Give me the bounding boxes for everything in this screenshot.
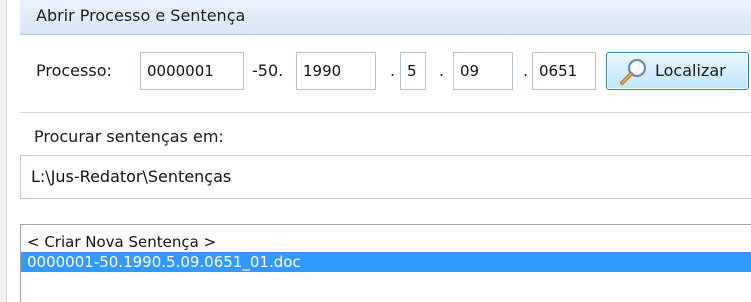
process-tribunal-input[interactable]: 09	[453, 52, 513, 90]
window-left-edge	[0, 0, 7, 302]
magnifier-icon	[620, 58, 647, 85]
section-divider	[20, 112, 751, 113]
process-year-input[interactable]: 1990	[296, 52, 376, 90]
list-item-sentence-file[interactable]: 0000001-50.1990.5.09.0651_01.doc	[21, 252, 751, 272]
process-number-input[interactable]: 0000001	[140, 52, 244, 90]
sentences-folder-field[interactable]: L:\Jus-Redator\Sentenças	[20, 155, 751, 199]
dialog-title: Abrir Processo e Sentença	[36, 6, 246, 25]
list-item-new-sentence[interactable]: < Criar Nova Sentença >	[21, 232, 751, 252]
process-origin-input[interactable]: 0651	[532, 52, 596, 90]
localizar-button-label: Localizar	[655, 61, 726, 80]
search-in-label: Procurar sentenças em:	[34, 127, 224, 146]
localizar-button[interactable]: Localizar	[606, 52, 749, 90]
separator-dot-1: .	[390, 61, 396, 80]
sentences-list[interactable]: < Criar Nova Sentença > 0000001-50.1990.…	[20, 224, 751, 302]
check-digits-text: -50.	[252, 61, 284, 80]
process-label: Processo:	[36, 61, 112, 80]
process-segment-input[interactable]: 5	[400, 52, 426, 90]
separator-dot-2: .	[439, 61, 445, 80]
separator-dot-3: .	[523, 61, 529, 80]
dialog-title-bar: Abrir Processo e Sentença	[20, 0, 751, 35]
